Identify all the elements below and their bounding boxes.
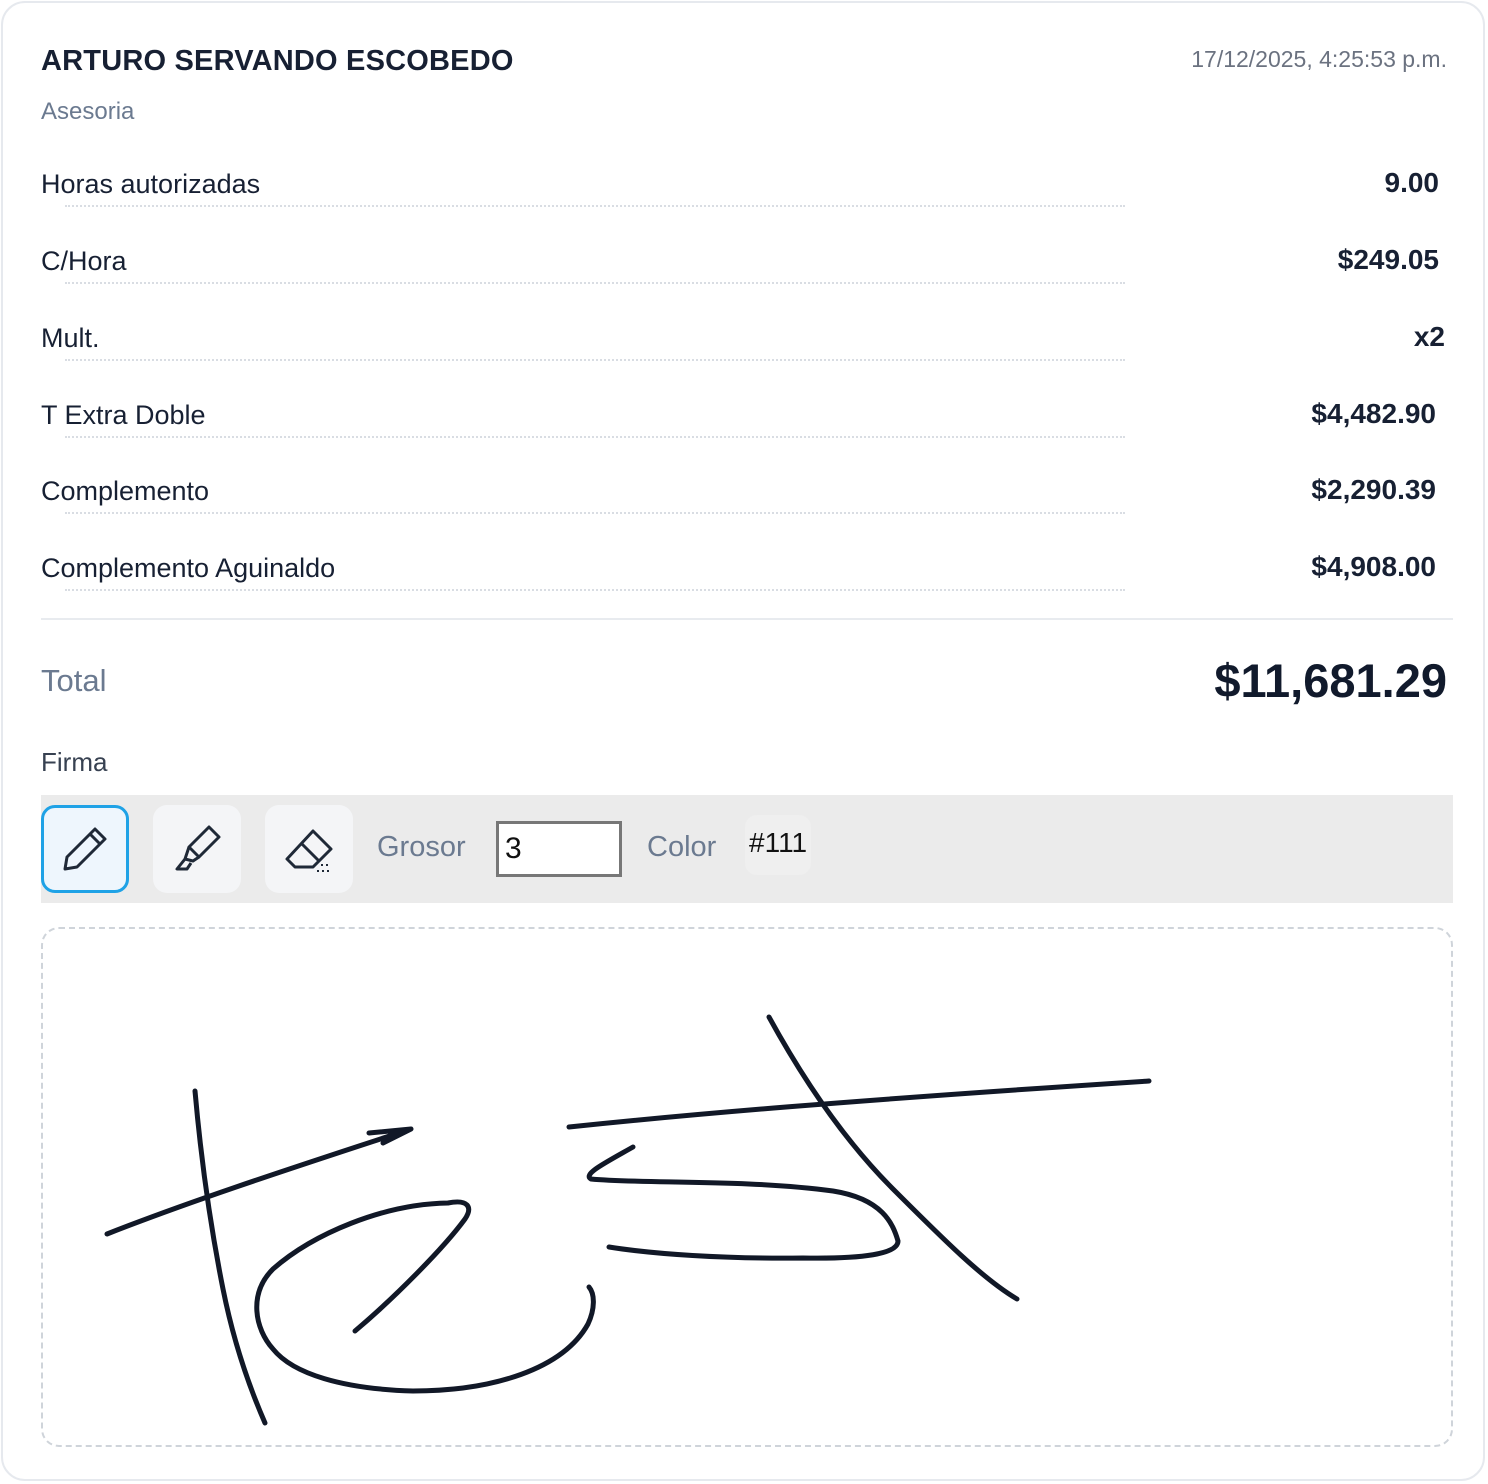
- signature-drawing: [104, 1014, 1152, 1426]
- row-value-mult: x2: [1413, 321, 1445, 352]
- row-value-complemento: $2,290.39: [1311, 474, 1436, 505]
- row-value-c-hora: $249.05: [1337, 244, 1439, 275]
- signature-pad[interactable]: [41, 927, 1453, 1447]
- signature-stroke: [192, 1088, 268, 1426]
- color-label: Color: [647, 831, 717, 863]
- row-label-horas: Horas autorizadas: [41, 169, 261, 199]
- row-label-mult: Mult.: [41, 323, 100, 353]
- signature-stroke: [586, 1144, 901, 1261]
- row-divider: [65, 359, 1125, 361]
- thickness-label: Grosor: [377, 831, 466, 863]
- row-label-t-extra-doble: T Extra Doble: [41, 400, 206, 430]
- signature-stroke: [254, 1199, 596, 1394]
- pen-tool-button[interactable]: [41, 805, 129, 893]
- row-value-horas: 9.00: [1384, 167, 1440, 198]
- employee-department: Asesoria: [41, 98, 135, 125]
- row-value-complemento-aguinaldo: $4,908.00: [1311, 551, 1436, 582]
- highlighter-tool-button[interactable]: [153, 805, 241, 893]
- row-label-complemento-aguinaldo: Complemento Aguinaldo: [41, 553, 336, 583]
- row-divider: [65, 436, 1125, 438]
- signature-toolbar: Grosor Color #111: [41, 795, 1453, 903]
- signature-stroke: [566, 1078, 1152, 1130]
- row-label-c-hora: C/Hora: [41, 246, 127, 276]
- thickness-input[interactable]: [496, 821, 622, 877]
- payment-card: ARTURO SERVANDO ESCOBEDO Asesoria 17/12/…: [1, 1, 1485, 1481]
- total-value: $11,681.29: [1214, 654, 1447, 707]
- row-label-complemento: Complemento: [41, 476, 210, 506]
- row-divider: [65, 282, 1125, 284]
- color-picker[interactable]: #111: [745, 815, 812, 875]
- pencil-icon: [63, 827, 107, 871]
- timestamp: 17/12/2025, 4:25:53 p.m.: [1191, 46, 1447, 72]
- row-value-t-extra-doble: $4,482.90: [1311, 398, 1436, 429]
- signature-label: Firma: [41, 747, 108, 777]
- employee-name: ARTURO SERVANDO ESCOBEDO: [41, 45, 514, 77]
- highlighter-icon: [175, 825, 221, 871]
- section-divider: [41, 618, 1453, 620]
- eraser-tool-button[interactable]: [265, 805, 353, 893]
- row-divider: [65, 589, 1125, 591]
- eraser-icon: [285, 829, 333, 872]
- row-divider: [65, 205, 1125, 207]
- total-label: Total: [41, 663, 107, 698]
- row-divider: [65, 512, 1125, 514]
